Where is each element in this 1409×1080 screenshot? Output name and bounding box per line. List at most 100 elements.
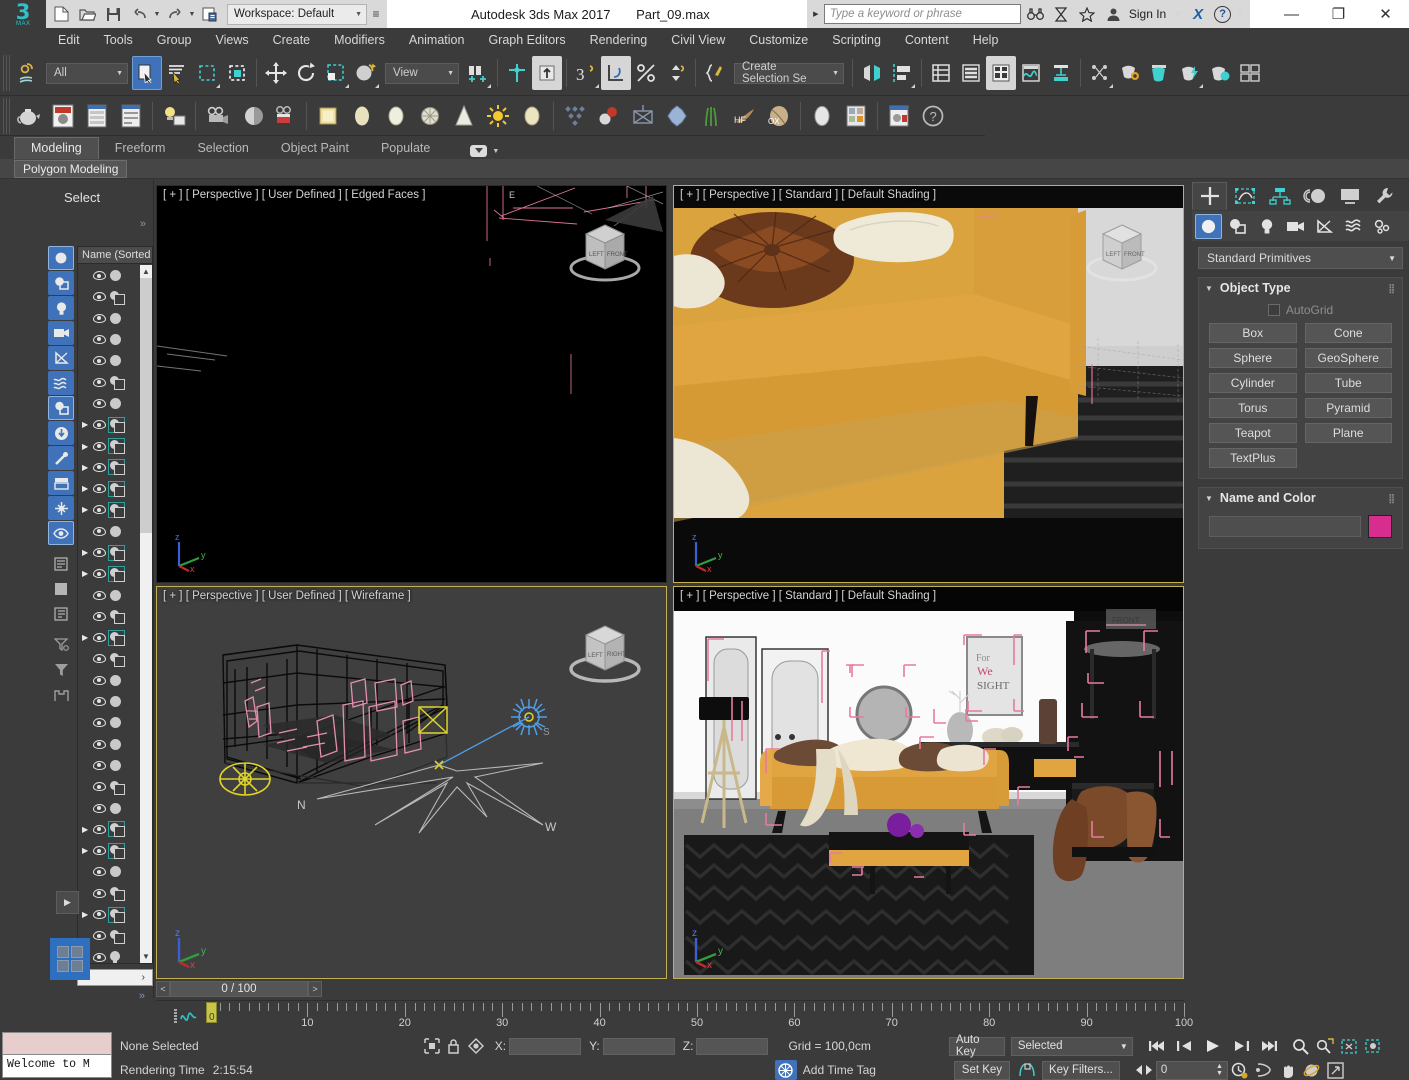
blank-panel-icon[interactable] <box>48 577 74 601</box>
primitive-button-geosphere[interactable]: GeoSphere <box>1304 348 1392 368</box>
group-selected-icon[interactable] <box>108 629 125 646</box>
object-icon[interactable] <box>110 270 121 282</box>
open-file-icon[interactable] <box>75 2 100 26</box>
render-settings-panel-icon[interactable] <box>80 99 114 133</box>
menu-item-tools[interactable]: Tools <box>92 31 145 49</box>
tab-hierarchy[interactable] <box>1262 182 1297 210</box>
schematic-view-icon[interactable] <box>1046 56 1076 90</box>
filter-groups-icon[interactable] <box>48 396 74 420</box>
user-account-icon[interactable] <box>1102 2 1125 26</box>
visibility-eye-icon[interactable] <box>93 526 106 536</box>
scene-object-row[interactable] <box>78 691 140 712</box>
visibility-eye-icon[interactable] <box>93 824 106 834</box>
tab-utilities[interactable] <box>1367 182 1402 210</box>
help-icon[interactable]: ? <box>1214 5 1232 23</box>
material-editor-slate-icon[interactable] <box>46 99 80 133</box>
group-selected-icon[interactable] <box>108 480 125 497</box>
group-icon[interactable] <box>110 290 125 305</box>
rectangular-selection-region-icon[interactable] <box>192 56 222 90</box>
object-icon[interactable] <box>110 674 121 686</box>
autogrid-checkbox[interactable] <box>1267 304 1280 316</box>
particle-system-icon[interactable] <box>558 99 592 133</box>
filter-funnel-icon[interactable] <box>48 658 74 682</box>
expand-triangle-icon[interactable]: ▶ <box>82 505 89 514</box>
select-and-place-icon[interactable] <box>351 56 381 90</box>
scene-object-row[interactable] <box>78 308 140 329</box>
percent-snap-icon[interactable] <box>631 56 661 90</box>
sunlight-system-icon[interactable] <box>481 99 515 133</box>
menu-item-create[interactable]: Create <box>261 31 323 49</box>
object-icon[interactable] <box>110 334 121 346</box>
space-warp-icon[interactable] <box>592 99 626 133</box>
primitive-button-cone[interactable]: Cone <box>1304 323 1392 343</box>
use-pivot-point-center-icon[interactable] <box>463 56 493 90</box>
expand-triangle-icon[interactable]: ▶ <box>82 442 89 451</box>
play-animation-icon[interactable] <box>1201 1036 1225 1056</box>
visibility-eye-icon[interactable] <box>93 675 106 685</box>
exchange-icon[interactable] <box>1050 2 1073 26</box>
filter-xrefs-icon[interactable] <box>48 421 74 445</box>
create-systems-icon[interactable] <box>1369 214 1396 239</box>
pan-view-icon[interactable] <box>1276 1060 1300 1080</box>
scene-object-row[interactable] <box>78 286 140 307</box>
key-step-icon[interactable] <box>1132 1060 1156 1080</box>
scene-object-row[interactable]: ▶ <box>78 542 140 563</box>
object-icon[interactable] <box>110 802 121 814</box>
zoom-icon[interactable] <box>1289 1036 1313 1056</box>
visibility-eye-icon[interactable] <box>93 420 106 430</box>
reference-coordinate-combo[interactable]: View ▼ <box>385 62 459 84</box>
save-file-icon[interactable] <box>101 2 126 26</box>
group-icon[interactable] <box>110 887 125 902</box>
menu-item-civil-view[interactable]: Civil View <box>659 31 737 49</box>
rendered-frame-window-icon[interactable] <box>1145 56 1175 90</box>
sphere-primitive-icon[interactable] <box>379 99 413 133</box>
cylinder-primitive-icon[interactable] <box>447 99 481 133</box>
rendered-preview-icon[interactable] <box>882 99 916 133</box>
viewport-top-left-label[interactable]: [ + ] [ Perspective ] [ User Defined ] [… <box>163 189 425 201</box>
visibility-eye-icon[interactable] <box>93 377 106 387</box>
primitive-button-pyramid[interactable]: Pyramid <box>1304 398 1392 418</box>
snaps-toggle-icon[interactable] <box>532 56 562 90</box>
tab-display[interactable] <box>1332 182 1367 210</box>
visibility-eye-icon[interactable] <box>93 462 106 472</box>
maximize-button[interactable]: ❐ <box>1315 0 1362 28</box>
visibility-eye-icon[interactable] <box>93 952 106 962</box>
explorer-expand-chevron2-icon[interactable]: » <box>139 990 145 1002</box>
filter-cameras-icon[interactable] <box>48 321 74 345</box>
scene-object-row[interactable]: ▶ <box>78 840 140 861</box>
qat-menu-icon[interactable]: ≡ <box>368 7 384 21</box>
view-cube-bottom-left[interactable]: LEFT RIGHT <box>562 615 648 693</box>
select-and-rotate-icon[interactable] <box>291 56 321 90</box>
scene-object-row[interactable]: ▶ <box>78 435 140 456</box>
maximize-viewport-icon[interactable] <box>1324 1060 1348 1080</box>
maxscript-mini-listener[interactable]: Welcome to M <box>2 1032 112 1078</box>
current-frame-display[interactable]: 0 / 100 <box>170 981 308 997</box>
orbit-icon[interactable] <box>1300 1060 1324 1080</box>
curve-editor-icon[interactable] <box>1016 56 1046 90</box>
create-lights-icon[interactable] <box>1253 214 1280 239</box>
visibility-eye-icon[interactable] <box>93 760 106 770</box>
visibility-eye-icon[interactable] <box>93 718 106 728</box>
toolbar2-grip[interactable] <box>3 97 10 134</box>
selection-lock-region-icon[interactable] <box>421 1036 443 1056</box>
favorites-star-icon[interactable] <box>1076 2 1099 26</box>
scroll-up-icon[interactable]: ▲ <box>140 265 152 278</box>
go-to-start-icon[interactable] <box>1145 1036 1169 1056</box>
object-icon[interactable] <box>110 696 121 708</box>
ribbon-overflow-menu[interactable]: ▼ <box>470 145 499 159</box>
auto-key-button[interactable]: Auto Key <box>948 1034 1005 1058</box>
select-and-scale-icon[interactable] <box>321 56 351 90</box>
group-selected-icon[interactable] <box>108 501 125 518</box>
ribbon-tab-freeform[interactable]: Freeform <box>99 138 182 159</box>
scene-object-row[interactable] <box>78 861 140 882</box>
visibility-eye-icon[interactable] <box>93 569 106 579</box>
scene-object-row[interactable] <box>78 521 140 542</box>
scene-object-row[interactable]: ▶ <box>78 904 140 925</box>
autogrid-row[interactable]: AutoGrid <box>1209 300 1392 323</box>
group-selected-icon[interactable] <box>108 565 125 582</box>
visibility-eye-icon[interactable] <box>93 313 106 323</box>
menu-item-scripting[interactable]: Scripting <box>820 31 893 49</box>
track-bar[interactable]: 10 20 30 40 50 60 70 80 90 100 0 <box>156 1000 1193 1033</box>
expand-triangle-icon[interactable]: ▶ <box>82 825 89 834</box>
scene-object-row[interactable] <box>78 393 140 414</box>
